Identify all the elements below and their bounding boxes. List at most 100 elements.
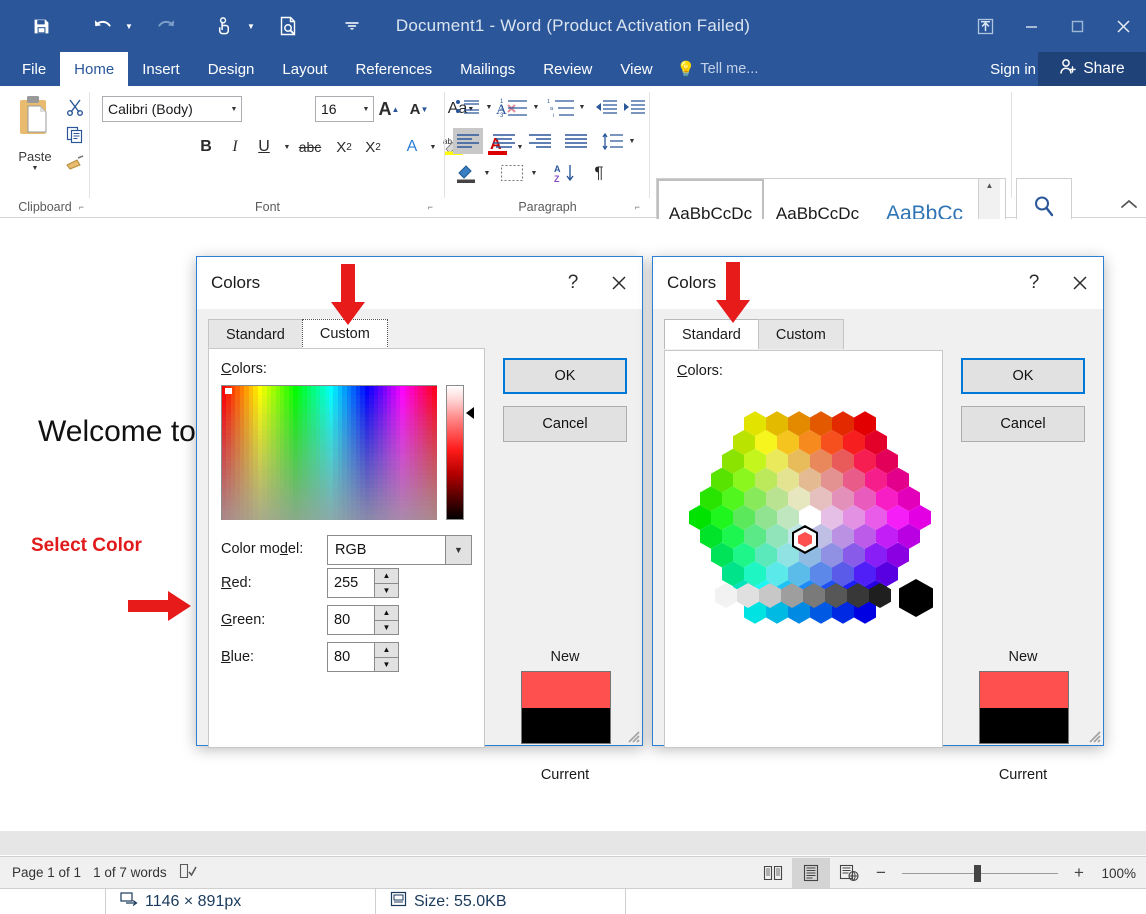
red-spinner[interactable]: 255 ▲ ▼: [327, 568, 399, 598]
align-right-icon[interactable]: [525, 128, 555, 154]
blue-up-icon[interactable]: ▲: [375, 643, 398, 658]
numbering-dropdown-icon[interactable]: ▼: [530, 94, 542, 120]
increase-indent-icon[interactable]: [621, 94, 647, 120]
line-spacing-dropdown-icon[interactable]: ▼: [626, 128, 638, 154]
tab-home[interactable]: Home: [60, 52, 129, 86]
red-down-icon[interactable]: ▼: [375, 583, 398, 597]
maximize-button[interactable]: [1054, 0, 1100, 52]
green-down-icon[interactable]: ▼: [375, 620, 398, 634]
ribbon-display-options-icon[interactable]: [962, 0, 1008, 52]
paste-dropdown-icon[interactable]: ▼: [32, 165, 39, 172]
underline-dropdown-icon[interactable]: ▼: [281, 134, 293, 160]
format-painter-icon[interactable]: [62, 150, 88, 176]
colors-dialog-custom[interactable]: Colors ? Standard Custom Colors: Color m…: [196, 256, 643, 783]
color-model-select[interactable]: RGB ▼: [327, 535, 472, 565]
italic-icon[interactable]: I: [225, 134, 245, 160]
read-mode-icon[interactable]: [754, 858, 792, 888]
bullets-icon[interactable]: [453, 94, 483, 120]
undo-icon[interactable]: [83, 4, 121, 48]
tab-insert[interactable]: Insert: [128, 52, 194, 86]
proofing-errors-icon[interactable]: [179, 863, 197, 882]
collapse-ribbon-icon[interactable]: [1120, 198, 1138, 213]
save-icon[interactable]: [22, 4, 60, 48]
zoom-slider[interactable]: [894, 858, 1066, 888]
cancel-button[interactable]: Cancel: [503, 406, 627, 442]
shrink-font-icon[interactable]: A ▼: [408, 96, 430, 122]
copy-icon[interactable]: [62, 122, 88, 148]
tab-file[interactable]: File: [8, 52, 60, 86]
luminance-marker-icon[interactable]: [466, 407, 474, 419]
paragraph-dialog-launcher[interactable]: ⌐: [635, 202, 640, 212]
green-spinner[interactable]: 80 ▲ ▼: [327, 605, 399, 635]
bullets-dropdown-icon[interactable]: ▼: [483, 94, 495, 120]
word-count[interactable]: 1 of 7 words: [93, 865, 167, 880]
font-name-dropdown-icon[interactable]: ▼: [227, 106, 241, 113]
clipboard-dialog-launcher[interactable]: ⌐: [79, 202, 84, 212]
luminance-bar[interactable]: [446, 385, 464, 520]
sort-icon[interactable]: AZ: [551, 160, 579, 186]
justify-icon[interactable]: [561, 128, 591, 154]
touch-mode-icon[interactable]: [205, 4, 243, 48]
close-icon[interactable]: [596, 257, 642, 309]
tab-references[interactable]: References: [341, 52, 446, 86]
tab-standard[interactable]: Standard: [208, 319, 303, 349]
text-effects-dropdown-icon[interactable]: ▼: [427, 134, 439, 160]
help-button[interactable]: ?: [550, 257, 596, 309]
font-name-input[interactable]: Calibri (Body) ▼: [102, 96, 242, 122]
borders-icon[interactable]: [497, 160, 527, 186]
decrease-indent-icon[interactable]: [593, 94, 619, 120]
web-layout-icon[interactable]: [830, 858, 868, 888]
tab-review[interactable]: Review: [529, 52, 606, 86]
align-center-icon[interactable]: [489, 128, 519, 154]
show-formatting-icon[interactable]: ¶: [587, 160, 611, 186]
resize-grip-icon[interactable]: [626, 729, 640, 743]
blue-spinner[interactable]: 80 ▲ ▼: [327, 642, 399, 672]
color-gradient-picker[interactable]: [221, 385, 437, 520]
tab-layout[interactable]: Layout: [268, 52, 341, 86]
underline-icon[interactable]: U: [253, 134, 275, 160]
borders-dropdown-icon[interactable]: ▼: [528, 160, 540, 186]
cut-icon[interactable]: [62, 94, 88, 120]
chevron-down-icon[interactable]: ▼: [445, 536, 471, 564]
red-up-icon[interactable]: ▲: [375, 569, 398, 584]
tab-mailings[interactable]: Mailings: [446, 52, 529, 86]
ok-button[interactable]: OK: [503, 358, 627, 394]
customize-qat-icon[interactable]: [333, 4, 371, 48]
page-indicator[interactable]: Page 1 of 1: [12, 865, 81, 880]
align-left-icon[interactable]: [453, 128, 483, 154]
shading-dropdown-icon[interactable]: ▼: [481, 160, 493, 186]
numbering-icon[interactable]: 123: [498, 94, 530, 120]
tell-me-box[interactable]: 💡 Tell me...: [667, 52, 769, 86]
share-button[interactable]: Share: [1038, 52, 1146, 86]
tab-view[interactable]: View: [606, 52, 666, 86]
black-hex-cell[interactable]: [899, 579, 933, 617]
zoom-thumb[interactable]: [974, 864, 981, 882]
multilevel-dropdown-icon[interactable]: ▼: [576, 94, 588, 120]
hexagon-color-wheel[interactable]: [671, 387, 939, 627]
colors-dialog-standard[interactable]: Colors ? Standard Custom Colors: OK Canc…: [652, 256, 1104, 783]
undo-dropdown-icon[interactable]: ▼: [121, 4, 137, 48]
grow-font-icon[interactable]: A ▲: [378, 96, 400, 122]
shading-icon[interactable]: [453, 160, 481, 186]
resize-grip-icon[interactable]: [1087, 729, 1101, 743]
print-layout-icon[interactable]: [792, 858, 830, 888]
font-size-dropdown-icon[interactable]: ▼: [359, 106, 373, 113]
ok-button[interactable]: OK: [961, 358, 1085, 394]
scroll-up-icon[interactable]: ▲: [986, 181, 994, 190]
blue-down-icon[interactable]: ▼: [375, 657, 398, 671]
print-preview-icon[interactable]: [269, 4, 307, 48]
minimize-button[interactable]: [1008, 0, 1054, 52]
help-button[interactable]: ?: [1011, 257, 1057, 309]
tab-design[interactable]: Design: [194, 52, 269, 86]
strikethrough-icon[interactable]: abc: [296, 134, 324, 160]
sign-in-button[interactable]: Sign in: [990, 52, 1036, 86]
zoom-level[interactable]: 100%: [1092, 866, 1136, 881]
multilevel-list-icon[interactable]: 1ai: [545, 94, 577, 120]
touch-mode-dropdown-icon[interactable]: ▼: [243, 4, 259, 48]
zoom-in-button[interactable]: +: [1066, 863, 1092, 883]
superscript-icon[interactable]: X2: [361, 134, 385, 160]
text-effects-icon[interactable]: A: [400, 134, 424, 160]
paste-button[interactable]: Paste ▼: [8, 92, 62, 196]
close-icon[interactable]: [1057, 257, 1103, 309]
green-up-icon[interactable]: ▲: [375, 606, 398, 621]
